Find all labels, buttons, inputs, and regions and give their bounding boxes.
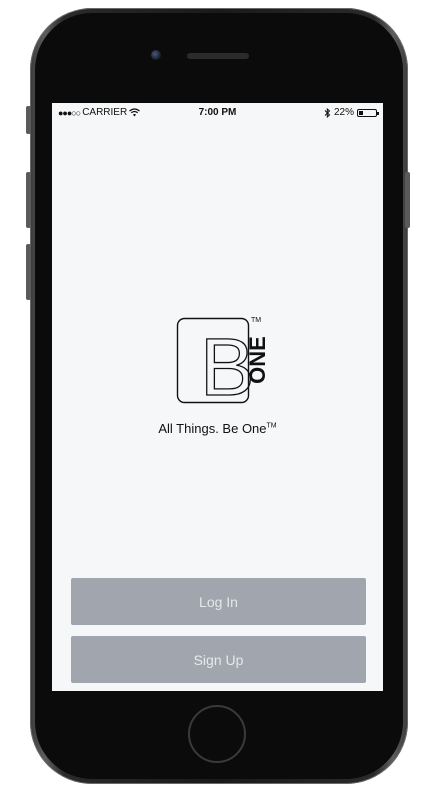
tagline: All Things. Be OneTM (52, 421, 383, 436)
battery-percent: 22% (333, 107, 354, 118)
battery-icon (357, 108, 379, 117)
volume-up-button (26, 172, 31, 228)
front-camera (151, 50, 161, 60)
home-button[interactable] (188, 705, 246, 763)
status-bar: ●●●○○ CARRIER 7:00 PM 22% (52, 103, 383, 123)
tagline-trademark: TM (266, 422, 277, 430)
earpiece-speaker (187, 53, 249, 59)
b-one-logo: B ONE (176, 317, 268, 407)
volume-down-button (26, 244, 31, 300)
power-button (405, 172, 410, 228)
mute-switch (26, 106, 31, 134)
battery-tip (377, 111, 379, 115)
signup-button[interactable]: Sign Up (71, 636, 366, 683)
tagline-text: All Things. Be One (158, 421, 267, 436)
logo-word: ONE (245, 336, 268, 384)
app-screen: ●●●○○ CARRIER 7:00 PM 22% B ONE TM All T (52, 103, 383, 691)
logo-trademark: TM (251, 317, 262, 324)
status-right: 22% (324, 107, 379, 118)
bluetooth-icon (324, 107, 331, 118)
login-button[interactable]: Log In (71, 578, 366, 625)
battery-level (359, 110, 363, 115)
